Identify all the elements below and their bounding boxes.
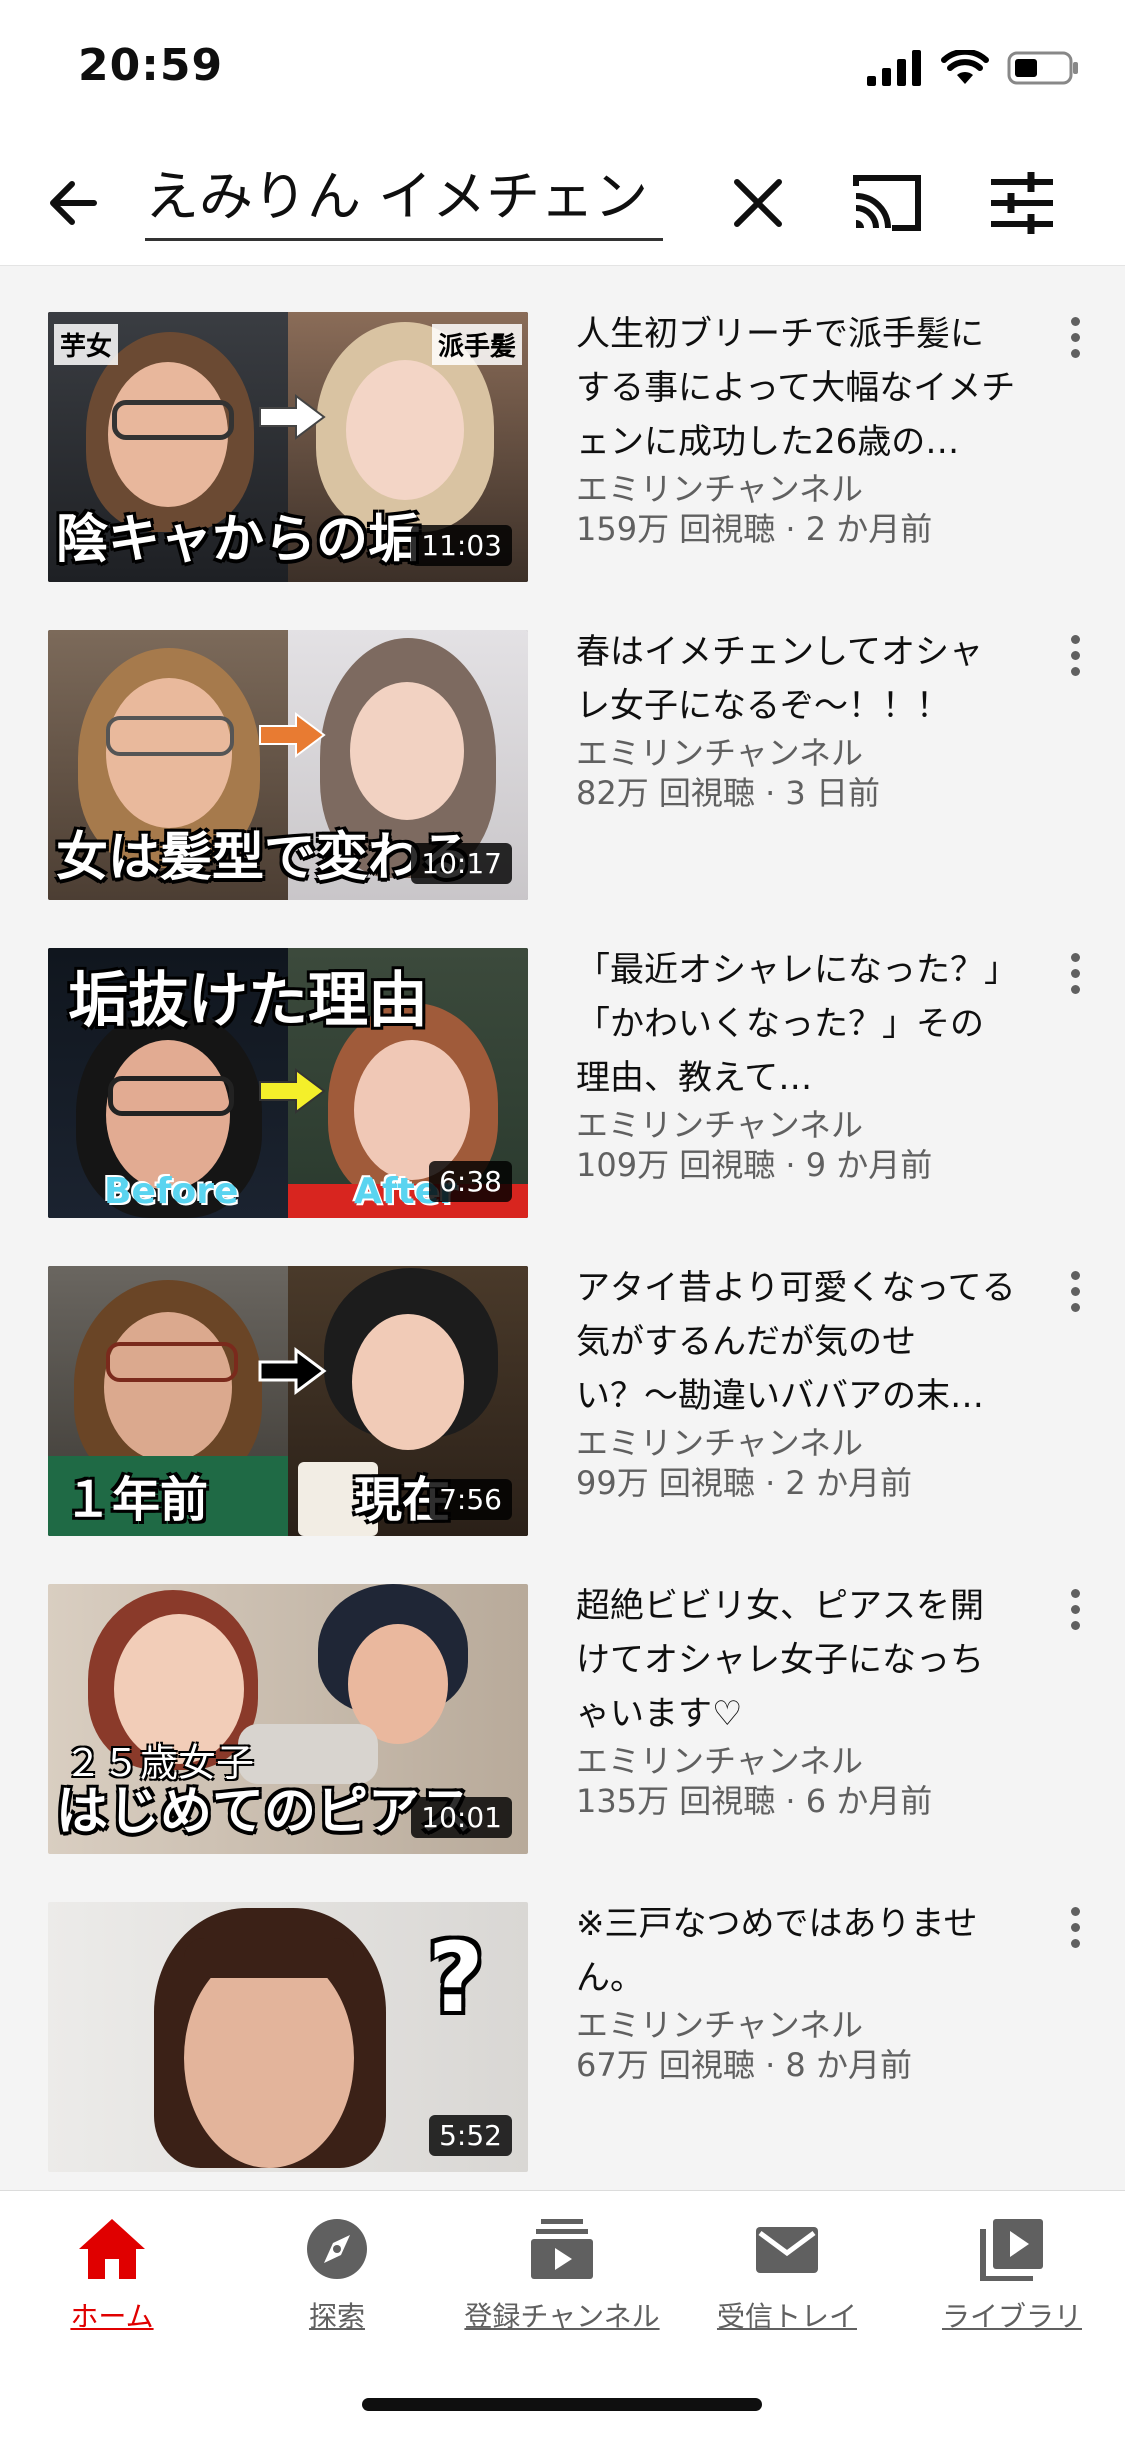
- clear-search-icon[interactable]: [725, 170, 791, 236]
- channel-name: エミリンチャンネル: [576, 1424, 864, 1462]
- video-thumbnail[interactable]: 芋女 派手髪 陰キャからの垢 11:03: [48, 312, 528, 582]
- video-duration: 6:38: [429, 1161, 512, 1202]
- nav-label: 登録チャンネル: [464, 2300, 660, 2333]
- thumbnail-caption: 垢抜けた理由: [68, 966, 428, 1036]
- video-duration: 10:17: [411, 843, 512, 884]
- search-input[interactable]: えみりん イメチェン: [145, 158, 663, 241]
- signal-icon: [867, 50, 921, 86]
- more-options-icon[interactable]: [1060, 1271, 1090, 1321]
- nav-label: ライブラリ: [941, 2300, 1082, 2333]
- video-duration: 11:03: [411, 525, 512, 566]
- video-meta: 99万 回視聴 · 2 か月前: [576, 1464, 912, 1502]
- search-header: えみりん イメチェン: [0, 140, 1125, 266]
- nav-inbox[interactable]: 受信トレイ: [687, 2217, 887, 2335]
- video-thumbnail[interactable]: 女は髪型で変わる 10:17: [48, 630, 528, 900]
- status-icons: [867, 46, 1079, 90]
- video-duration: 10:01: [411, 1797, 512, 1838]
- home-icon: [79, 2219, 145, 2279]
- back-arrow-icon[interactable]: [38, 168, 108, 238]
- before-label: １年前: [64, 1472, 209, 1528]
- thumbnail-tag: 芋女: [54, 324, 119, 365]
- wifi-icon: [941, 50, 989, 84]
- video-title[interactable]: 「最近オシャレになった？」「かわいくなった？」その理由、教えて…: [576, 943, 1016, 1105]
- status-time: 20:59: [78, 40, 224, 91]
- video-thumbnail[interactable]: １年前 現在 7:56: [48, 1266, 528, 1536]
- more-options-icon[interactable]: [1060, 953, 1090, 1003]
- thumbnail-caption: 女は髪型で変わる: [56, 828, 473, 888]
- cast-icon[interactable]: [850, 166, 924, 240]
- video-duration: 7:56: [429, 1479, 512, 1520]
- nav-label: 探索: [308, 2300, 365, 2333]
- nav-home[interactable]: ホーム: [12, 2217, 212, 2335]
- channel-name: エミリンチャンネル: [576, 1742, 864, 1780]
- video-result[interactable]: ? 5:52 ※三戸なつめではありません。 エミリンチャンネル 67万 回視聴 …: [0, 1855, 1125, 2173]
- home-indicator[interactable]: [362, 2398, 762, 2411]
- video-thumbnail[interactable]: ２５歳女子 はじめてのピアス 10:01: [48, 1584, 528, 1854]
- video-title[interactable]: 春はイメチェンしてオシャレ女子になるぞ〜！！！: [576, 625, 1016, 733]
- thumbnail-tag: 派手髪: [431, 324, 522, 365]
- video-meta: 159万 回視聴 · 2 か月前: [576, 510, 933, 548]
- video-title[interactable]: アタイ昔より可愛くなってる気がするんだが気のせい？〜勘違いババアの末…: [576, 1261, 1016, 1423]
- more-options-icon[interactable]: [1060, 317, 1090, 367]
- nav-explore[interactable]: 探索: [237, 2217, 437, 2335]
- more-options-icon[interactable]: [1060, 1589, 1090, 1639]
- channel-name: エミリンチャンネル: [576, 2006, 864, 2044]
- more-options-icon[interactable]: [1060, 635, 1090, 685]
- subscriptions-icon: [531, 2219, 593, 2279]
- video-info: アタイ昔より可愛くなってる気がするんだが気のせい？〜勘違いババアの末… エミリン…: [576, 1261, 1016, 1503]
- video-info: 「最近オシャレになった？」「かわいくなった？」その理由、教えて… エミリンチャン…: [576, 943, 1016, 1185]
- video-duration: 5:52: [429, 2115, 512, 2156]
- more-options-icon[interactable]: [1060, 1907, 1090, 1957]
- nav-library[interactable]: ライブラリ: [912, 2217, 1112, 2335]
- arrow-icon: [259, 1068, 326, 1114]
- video-meta: 109万 回視聴 · 9 か月前: [576, 1146, 933, 1184]
- compass-icon: [307, 2219, 367, 2279]
- video-info: ※三戸なつめではありません。 エミリンチャンネル 67万 回視聴 · 8 か月前: [576, 1897, 1016, 2085]
- video-result[interactable]: １年前 現在 7:56 アタイ昔より可愛くなってる気がするんだが気のせい？〜勘違…: [0, 1219, 1125, 1537]
- arrow-icon: [259, 394, 326, 440]
- channel-name: エミリンチャンネル: [576, 1106, 864, 1144]
- video-info: 人生初ブリーチで派手髪にする事によって大幅なイメチェンに成功した26歳の… エミ…: [576, 307, 1016, 549]
- video-title[interactable]: 人生初ブリーチで派手髪にする事によって大幅なイメチェンに成功した26歳の…: [576, 307, 1016, 469]
- video-title[interactable]: ※三戸なつめではありません。: [576, 1897, 1016, 2005]
- nav-subscriptions[interactable]: 登録チャンネル: [462, 2217, 662, 2335]
- video-result[interactable]: ２５歳女子 はじめてのピアス 10:01 超絶ビビリ女、ピアスを開けてオシャレ女…: [0, 1537, 1125, 1855]
- video-meta: 135万 回視聴 · 6 か月前: [576, 1782, 933, 1820]
- question-mark-icon: ?: [428, 1922, 484, 2034]
- video-result[interactable]: 芋女 派手髪 陰キャからの垢 11:03 人生初ブリーチで派手髪にする事によって…: [0, 265, 1125, 583]
- filter-icon[interactable]: [985, 166, 1059, 240]
- video-result[interactable]: 垢抜けた理由 Before After 6:38 「最近オシャレになった？」「か…: [0, 901, 1125, 1219]
- library-icon: [980, 2219, 1043, 2282]
- video-info: 春はイメチェンしてオシャレ女子になるぞ〜！！！ エミリンチャンネル 82万 回視…: [576, 625, 1016, 813]
- video-title[interactable]: 超絶ビビリ女、ピアスを開けてオシャレ女子になっちゃいます♡: [576, 1579, 1016, 1741]
- nav-label: ホーム: [70, 2300, 154, 2333]
- before-label: Before: [104, 1171, 239, 1212]
- arrow-icon: [258, 1347, 327, 1395]
- video-thumbnail[interactable]: ? 5:52: [48, 1902, 528, 2172]
- battery-icon: [1007, 51, 1078, 85]
- thumbnail-caption: はじめてのピアス: [56, 1782, 473, 1842]
- thumbnail-caption: 陰キャからの垢: [56, 510, 421, 570]
- channel-name: エミリンチャンネル: [576, 734, 864, 772]
- inbox-icon: [756, 2227, 818, 2273]
- status-bar: 20:59: [0, 0, 1125, 140]
- nav-label: 受信トレイ: [716, 2300, 857, 2333]
- channel-name: エミリンチャンネル: [576, 470, 864, 508]
- video-meta: 67万 回視聴 · 8 か月前: [576, 2046, 912, 2084]
- video-result[interactable]: 女は髪型で変わる 10:17 春はイメチェンしてオシャレ女子になるぞ〜！！！ エ…: [0, 583, 1125, 901]
- video-meta: 82万 回視聴 · 3 日前: [576, 774, 880, 812]
- video-thumbnail[interactable]: 垢抜けた理由 Before After 6:38: [48, 948, 528, 1218]
- arrow-icon: [259, 712, 326, 758]
- video-info: 超絶ビビリ女、ピアスを開けてオシャレ女子になっちゃいます♡ エミリンチャンネル …: [576, 1579, 1016, 1821]
